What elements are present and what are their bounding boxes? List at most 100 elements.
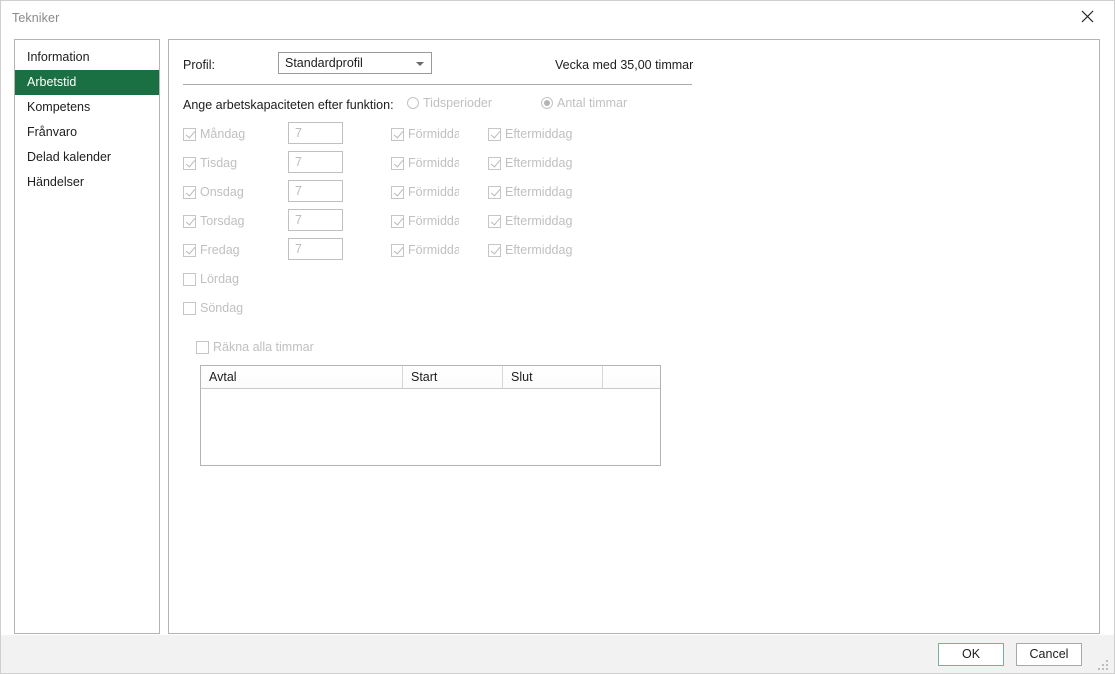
day-label: Torsdag [200,214,245,228]
afternoon-checkbox-onsdag[interactable]: Eftermiddag [488,183,583,201]
hours-value: 7 [295,213,302,227]
hours-input-torsdag[interactable]: 7 [288,209,343,231]
ok-button[interactable]: OK [938,643,1004,666]
day-checkbox-torsdag[interactable]: Torsdag [183,212,278,230]
day-checkbox-lordag[interactable]: Lördag [183,270,278,288]
checkbox-checked-icon [183,214,196,228]
radio-unselected-icon [407,97,419,109]
sidebar-item-delad-kalender[interactable]: Delad kalender [15,145,159,170]
morning-checkbox-tisdag[interactable]: Förmiddag [391,154,459,172]
weekday-grid: Måndag 7 Förmiddag Eftermiddag [183,122,693,328]
sidebar-item-label: Arbetstid [27,75,77,89]
count-all-hours-label: Räkna alla timmar [213,340,314,354]
checkbox-checked-icon [488,214,501,228]
table-column-label: Avtal [209,370,237,384]
day-checkbox-onsdag[interactable]: Onsdag [183,183,278,201]
day-label: Söndag [200,301,244,315]
checkbox-checked-icon [391,185,404,199]
radio-label: Antal timmar [557,96,628,110]
radio-label: Tidsperioder [423,96,493,110]
dialog-footer: OK Cancel [1,634,1114,673]
morning-label: Förmiddag [408,156,459,170]
afternoon-checkbox-torsdag[interactable]: Eftermiddag [488,212,583,230]
hours-input-fredag[interactable]: 7 [288,238,343,260]
hours-input-tisdag[interactable]: 7 [288,151,343,173]
sidebar-item-label: Information [27,50,90,64]
day-row-mandag: Måndag 7 Förmiddag Eftermiddag [183,122,693,154]
sidebar-item-arbetstid[interactable]: Arbetstid [15,70,159,95]
profile-label: Profil: [183,58,215,72]
title-bar: Tekniker [1,1,1114,34]
capacity-mode-label: Ange arbetskapaciteten efter funktion: [183,98,394,112]
radio-tidsperioder[interactable]: Tidsperioder [407,96,492,110]
hours-value: 7 [295,184,302,198]
checkbox-checked-icon [391,214,404,228]
checkbox-checked-icon [183,185,196,199]
checkbox-checked-icon [391,127,404,141]
day-label: Tisdag [200,156,238,170]
morning-label: Förmiddag [408,127,459,141]
afternoon-label: Eftermiddag [505,243,573,257]
section-divider [183,84,692,85]
day-label: Fredag [200,243,240,257]
sidebar-item-label: Kompetens [27,100,91,114]
profile-dropdown-value: Standardprofil [285,56,363,70]
sidebar-nav: Information Arbetstid Kompetens Frånvaro… [14,39,160,634]
sidebar-item-label: Frånvaro [27,125,78,139]
sidebar-item-label: Händelser [27,175,84,189]
table-column-start[interactable]: Start [403,366,503,388]
profile-dropdown[interactable]: Standardprofil [278,52,432,74]
table-column-extra[interactable] [603,366,660,388]
day-label: Måndag [200,127,246,141]
morning-label: Förmiddag [408,243,459,257]
resize-grip-icon[interactable] [1098,658,1110,670]
day-row-tisdag: Tisdag 7 Förmiddag Eftermiddag [183,151,693,183]
sidebar-item-label: Delad kalender [27,150,112,164]
morning-checkbox-mandag[interactable]: Förmiddag [391,125,459,143]
morning-checkbox-onsdag[interactable]: Förmiddag [391,183,459,201]
radio-antal-timmar[interactable]: Antal timmar [541,96,627,110]
capacity-mode-row: Ange arbetskapaciteten efter funktion: T… [183,96,693,116]
afternoon-label: Eftermiddag [505,185,573,199]
morning-checkbox-fredag[interactable]: Förmiddag [391,241,459,259]
checkbox-unchecked-icon [183,301,196,315]
table-column-slut[interactable]: Slut [503,366,603,388]
hours-input-mandag[interactable]: 7 [288,122,343,144]
morning-label: Förmiddag [408,214,459,228]
afternoon-label: Eftermiddag [505,127,573,141]
cancel-button[interactable]: Cancel [1016,643,1082,666]
table-column-avtal[interactable]: Avtal [201,366,403,388]
afternoon-checkbox-fredag[interactable]: Eftermiddag [488,241,583,259]
sidebar-item-handelser[interactable]: Händelser [15,170,159,195]
checkbox-checked-icon [488,185,501,199]
content-panel: Profil: Standardprofil Vecka med 35,00 t… [168,39,1100,634]
day-checkbox-tisdag[interactable]: Tisdag [183,154,278,172]
sidebar-item-information[interactable]: Information [15,45,159,70]
hours-value: 7 [295,242,302,256]
table-header-row: Avtal Start Slut [201,366,660,389]
afternoon-checkbox-mandag[interactable]: Eftermiddag [488,125,583,143]
sidebar-item-franvaro[interactable]: Frånvaro [15,120,159,145]
checkbox-checked-icon [488,127,501,141]
checkbox-unchecked-icon [196,340,209,354]
checkbox-checked-icon [183,127,196,141]
day-row-onsdag: Onsdag 7 Förmiddag Eftermiddag [183,180,693,212]
afternoon-label: Eftermiddag [505,214,573,228]
day-checkbox-fredag[interactable]: Fredag [183,241,278,259]
morning-label: Förmiddag [408,185,459,199]
hours-value: 7 [295,155,302,169]
afternoon-checkbox-tisdag[interactable]: Eftermiddag [488,154,583,172]
count-all-hours-checkbox[interactable]: Räkna alla timmar [196,338,314,356]
sidebar-item-kompetens[interactable]: Kompetens [15,95,159,120]
morning-checkbox-torsdag[interactable]: Förmiddag [391,212,459,230]
afternoon-label: Eftermiddag [505,156,573,170]
close-icon [1081,10,1094,23]
hours-input-onsdag[interactable]: 7 [288,180,343,202]
day-checkbox-mandag[interactable]: Måndag [183,125,278,143]
day-checkbox-sondag[interactable]: Söndag [183,299,278,317]
day-row-sondag: Söndag [183,299,693,328]
dialog-body: Information Arbetstid Kompetens Frånvaro… [1,34,1114,634]
close-button[interactable] [1065,1,1109,32]
table-column-label: Start [411,370,438,384]
day-label: Lördag [200,272,239,286]
